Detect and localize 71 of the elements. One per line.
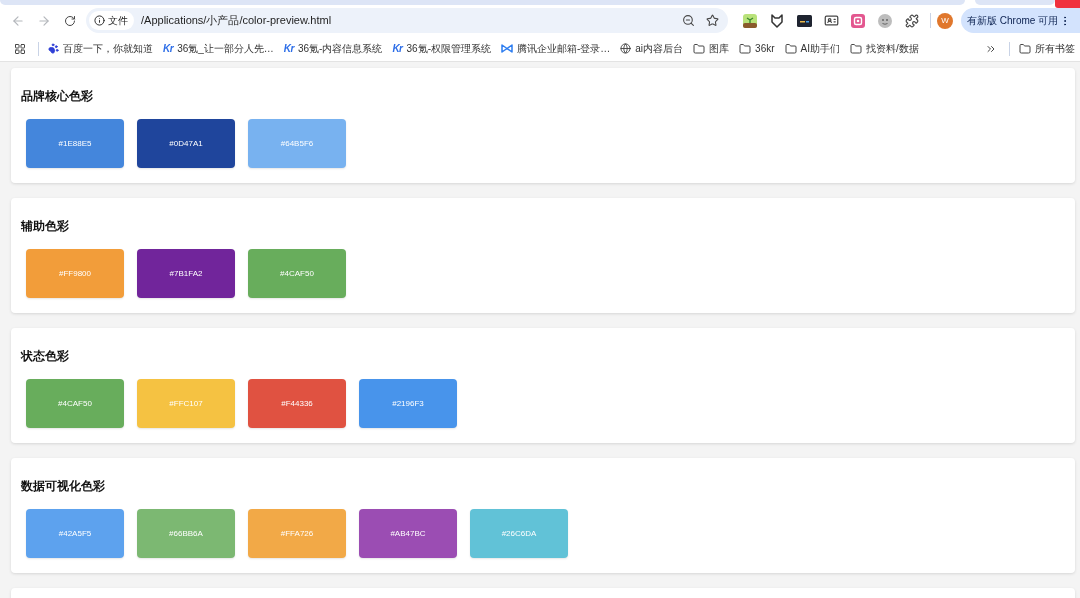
tile-icon	[851, 13, 865, 28]
update-chrome-button[interactable]: 有新版 Chrome 可用	[961, 8, 1080, 33]
folder-icon	[1019, 42, 1031, 55]
color-swatch: #F44336	[248, 379, 346, 428]
bookmark-label: 36kr	[755, 43, 775, 54]
record-indicator-icon	[1055, 0, 1080, 8]
color-swatch: #42A5F5	[26, 509, 124, 558]
bookmark-item[interactable]: 百度一下，你就知道	[43, 37, 158, 60]
section-title: 辅助色彩	[21, 219, 69, 233]
info-icon	[94, 15, 105, 26]
bowtie-icon	[500, 44, 513, 53]
bookmark-item[interactable]: 找资料/数据	[845, 37, 924, 60]
bookmark-item[interactable]: 36kr	[734, 37, 780, 60]
color-swatch: #4CAF50	[26, 379, 124, 428]
folder-icon	[693, 42, 706, 55]
color-swatch: #FFA726	[248, 509, 346, 558]
puzzle-icon	[905, 13, 919, 28]
star-icon	[705, 14, 719, 27]
plant-pot-icon	[743, 13, 757, 28]
reload-icon	[64, 14, 76, 27]
smiley-face-icon	[878, 13, 892, 28]
color-swatch: #AB47BC	[359, 509, 457, 558]
color-swatch: #26C6DA	[470, 509, 568, 558]
address-bar[interactable]: 文件 /Applications/小产品/color-preview.html	[86, 8, 728, 33]
folder-icon	[784, 42, 797, 55]
zoom-out-icon	[681, 14, 695, 27]
bookmark-label: ai内容后台	[635, 41, 684, 56]
bookmark-label: 百度一下，你就知道	[63, 41, 153, 56]
terminal-icon	[796, 14, 812, 27]
section-title: 状态色彩	[21, 349, 69, 363]
color-swatch: #4CAF50	[248, 249, 346, 298]
all-bookmarks-button[interactable]: 所有书签	[1014, 37, 1080, 60]
url-text: /Applications/小产品/color-preview.html	[141, 13, 333, 28]
apps-grid-icon	[14, 42, 26, 55]
bookmark-label: 所有书签	[1035, 41, 1075, 56]
kr-logo: Kr	[163, 43, 174, 54]
color-swatch: #66BB6A	[137, 509, 235, 558]
kr-logo: Kr	[392, 43, 403, 54]
bookmark-label: 36氪-权限管理系统	[406, 41, 491, 56]
id-card-icon	[823, 13, 839, 28]
section-title: 数据可视化色彩	[21, 479, 105, 493]
color-swatch: #FF9800	[26, 249, 124, 298]
bookmark-label: AI助手们	[800, 41, 840, 56]
bookmark-item[interactable]: Kr 36氪_让一部分人先…	[158, 37, 279, 60]
bookmark-item[interactable]: ai内容后台	[615, 37, 689, 60]
forward-icon	[37, 13, 51, 28]
section-title: 品牌核心色彩	[21, 89, 93, 103]
color-swatch: #1E88E5	[26, 119, 124, 168]
color-swatch: #64B5F6	[248, 119, 346, 168]
paw-icon	[48, 43, 59, 54]
folder-icon	[850, 42, 862, 55]
bookmark-item[interactable]: 图库	[688, 37, 735, 60]
bookmark-item[interactable]: Kr 36氪-权限管理系统	[387, 37, 496, 60]
bookmark-item[interactable]: Kr 36氪-内容信息系统	[278, 37, 388, 60]
color-swatch: #FFC107	[137, 379, 235, 428]
fox-mask-icon	[771, 13, 783, 28]
site-info-button[interactable]: 文件	[89, 11, 134, 30]
bookmark-label: 36氪-内容信息系统	[297, 41, 383, 56]
folder-icon	[739, 42, 752, 55]
kr-logo: Kr	[283, 43, 294, 54]
color-swatch: #2196F3	[359, 379, 457, 428]
back-icon	[11, 13, 25, 28]
color-swatch: #0D47A1	[137, 119, 235, 168]
bookmark-item[interactable]: 腾讯企业邮箱-登录…	[495, 37, 616, 60]
globe-icon	[620, 43, 632, 54]
bookmark-label: 腾讯企业邮箱-登录…	[516, 41, 611, 56]
bookmark-label: 36氪_让一部分人先…	[177, 41, 274, 56]
bookmark-label: 找资料/数据	[866, 41, 919, 56]
bookmark-label: 图库	[709, 41, 730, 56]
color-swatch: #7B1FA2	[137, 249, 235, 298]
bookmark-item[interactable]: AI助手们	[779, 37, 845, 60]
